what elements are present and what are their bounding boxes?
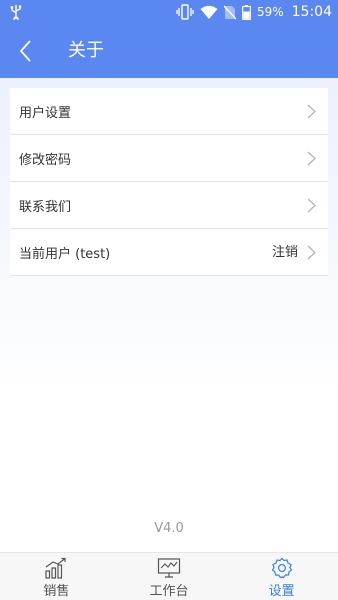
vibrate-icon	[176, 4, 194, 20]
gear-icon	[271, 557, 292, 579]
chevron-right-icon	[307, 245, 316, 260]
tab-sales[interactable]: 销售	[0, 553, 113, 600]
menu-item-current-user[interactable]: 当前用户 (test) 注销	[10, 229, 328, 276]
menu-item-label: 联系我们	[19, 199, 72, 215]
chevron-right-icon	[307, 104, 316, 119]
chevron-right-icon	[307, 198, 316, 213]
nav-bar: 关于	[0, 24, 338, 78]
page-title: 关于	[68, 40, 104, 61]
no-sim-icon	[223, 5, 236, 19]
tab-settings[interactable]: 设置	[225, 553, 338, 600]
app-header: 59% 15:04 关于	[0, 0, 338, 78]
tab-workbench[interactable]: 工作台	[113, 553, 226, 600]
tab-label: 设置	[268, 584, 295, 599]
menu-item-contact-us[interactable]: 联系我们	[10, 182, 328, 229]
battery-percent: 59%	[256, 5, 284, 19]
tab-label: 工作台	[149, 584, 189, 599]
monitor-icon	[157, 558, 181, 578]
sales-chart-icon	[45, 557, 66, 579]
menu-item-change-password[interactable]: 修改密码	[10, 135, 328, 182]
chevron-right-icon	[307, 151, 316, 166]
menu-item-label: 用户设置	[19, 105, 72, 121]
menu-item-label: 修改密码	[19, 152, 72, 168]
logout-link[interactable]: 注销	[272, 229, 298, 276]
menu-item-user-settings[interactable]: 用户设置	[10, 88, 328, 135]
status-bar: 59% 15:04	[0, 0, 338, 24]
settings-list: 用户设置 修改密码 联系我们 当前用户 (test) 注销	[10, 88, 328, 276]
back-chevron-icon[interactable]	[14, 38, 40, 64]
bottom-tab-bar: 销售 工作台 设置	[0, 552, 338, 600]
status-time: 15:04	[291, 4, 332, 20]
battery-icon	[242, 4, 251, 20]
menu-item-label: 当前用户 (test)	[19, 246, 111, 262]
tab-label: 销售	[43, 584, 70, 599]
wifi-icon	[200, 5, 218, 19]
app-version: V4.0	[154, 521, 184, 536]
usb-icon	[10, 5, 22, 20]
